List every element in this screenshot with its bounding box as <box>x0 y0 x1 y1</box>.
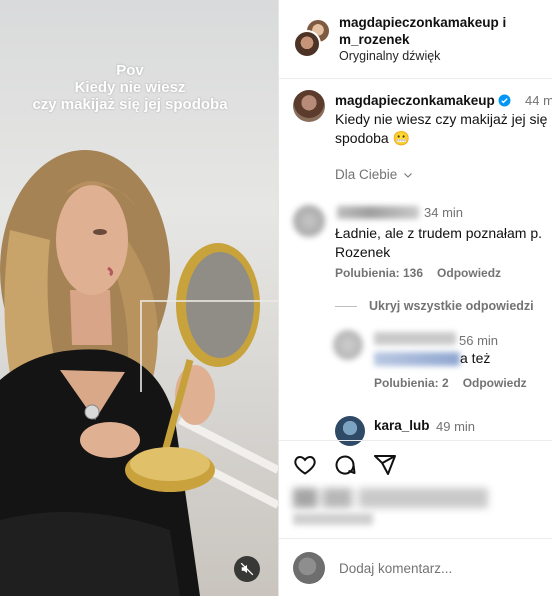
filter-label[interactable]: Dla Ciebie <box>335 167 397 182</box>
likes-redacted[interactable] <box>293 488 488 508</box>
post-date-redacted <box>293 513 373 525</box>
comment-likes[interactable]: Polubienia: 136 <box>335 266 423 280</box>
username-line[interactable]: m_rozenek <box>339 31 506 48</box>
share-icon[interactable] <box>373 453 397 477</box>
comment-text: Ładnie, ale z trudem poznałam p. Rozenek <box>335 225 543 260</box>
post-panel: magdapieczonkamakeup i m_rozenek Orygina… <box>278 0 552 596</box>
reply-button[interactable]: Odpowiedz <box>463 376 527 390</box>
caption-username[interactable]: magdapieczonkamakeup <box>335 93 511 110</box>
overlay-line: Kiedy nie wiesz <box>74 79 186 96</box>
overlay-line: Pov <box>116 62 144 79</box>
username-line[interactable]: magdapieczonkamakeup i <box>339 14 506 31</box>
username[interactable]: magdapieczonkamakeup <box>335 93 495 108</box>
comment-time: 56 min <box>459 333 499 348</box>
reply-button[interactable]: Odpowiedz <box>437 266 501 280</box>
comment-time: 49 min <box>436 419 476 434</box>
hide-replies-label[interactable]: Ukryj wszystkie odpowiedzi <box>369 299 534 313</box>
avatar[interactable] <box>333 330 363 360</box>
comment-filter-dropdown[interactable]: Dla Ciebie <box>335 167 414 182</box>
comment-username[interactable]: kara_lub <box>374 418 430 433</box>
wall-panel <box>140 300 278 392</box>
overlay-line: czy makijaż się jej spodoba <box>32 96 228 113</box>
hide-replies-button[interactable]: Ukryj wszystkie odpowiedzi <box>335 299 534 313</box>
speaker-muted-icon <box>240 562 254 576</box>
comment-text: a też <box>460 350 491 366</box>
add-comment-bar: Dodaj komentarz... <box>279 538 552 597</box>
action-bar <box>279 440 552 539</box>
comment-meta: Polubienia: 136 Odpowiedz <box>335 266 501 280</box>
caption-text: Kiedy nie wiesz czy makijaż jej się spod… <box>335 111 548 146</box>
collab-avatars[interactable] <box>293 18 331 58</box>
post-header: magdapieczonkamakeup i m_rozenek Orygina… <box>279 0 552 79</box>
comment-meta: Polubienia: 2 Odpowiedz <box>374 376 527 390</box>
verified-badge-icon <box>498 94 511 110</box>
comment-likes[interactable]: Polubienia: 2 <box>374 376 449 390</box>
comment-icon[interactable] <box>333 453 357 477</box>
mention-redacted[interactable] <box>374 352 460 366</box>
avatar <box>293 552 325 584</box>
username-redacted[interactable] <box>374 332 456 345</box>
caption-time: 44 m <box>525 93 552 108</box>
avatar[interactable] <box>293 30 321 58</box>
heart-icon[interactable] <box>293 453 317 477</box>
comment-time: 34 min <box>424 205 464 220</box>
mute-button[interactable] <box>234 556 260 582</box>
action-icons <box>293 453 397 477</box>
avatar[interactable] <box>293 205 325 237</box>
username-redacted[interactable] <box>337 206 419 219</box>
reel-video[interactable]: Pov Kiedy nie wiesz czy makijaż się jej … <box>0 0 278 596</box>
video-text-overlay: Pov Kiedy nie wiesz czy makijaż się jej … <box>0 62 278 113</box>
avatar[interactable] <box>293 90 325 122</box>
post-authors[interactable]: magdapieczonkamakeup i m_rozenek <box>339 14 506 48</box>
audio-label[interactable]: Oryginalny dźwięk <box>339 49 440 63</box>
divider <box>335 305 357 307</box>
comment-input[interactable]: Dodaj komentarz... <box>339 561 452 576</box>
chevron-down-icon <box>404 172 413 178</box>
